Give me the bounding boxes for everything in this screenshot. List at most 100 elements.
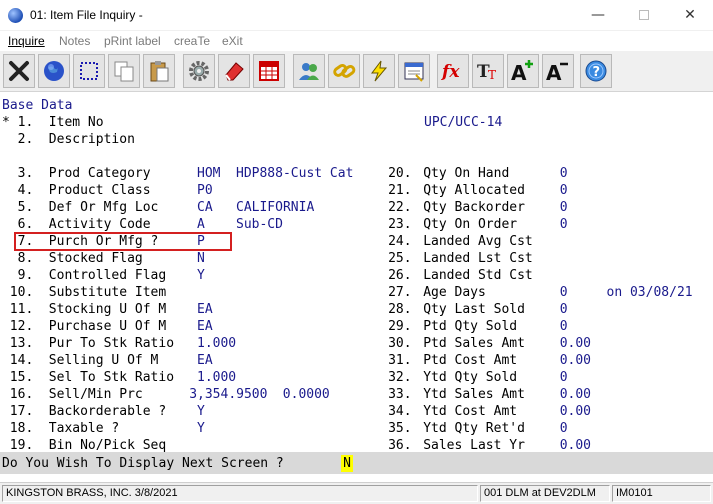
field-row-right[interactable]: 33. Ytd Sales Amt 0.00 — [0, 386, 713, 403]
field-number: 24. — [388, 234, 412, 249]
field-number: 22. — [388, 200, 412, 215]
terminal-screen[interactable]: Base Data UPC/UCC-14 * 1. Item No 2. Descr… — [0, 92, 713, 482]
title-bar: 01: Item File Inquiry - — ✕ — [0, 0, 713, 31]
field-value: 0 — [559, 319, 568, 334]
field-label: Ytd Qty Sold — [423, 370, 518, 385]
field-number: 20. — [388, 166, 412, 181]
minimize-button[interactable]: — — [575, 0, 621, 31]
close-button[interactable]: ✕ — [667, 0, 713, 31]
field-row-right[interactable]: 21. Qty Allocated 0 — [0, 182, 713, 199]
status-company: KINGSTON BRASS, INC. 3/8/2021 — [2, 485, 478, 502]
toolbar-help-button[interactable]: ? — [580, 54, 612, 88]
svg-text:A: A — [546, 61, 562, 84]
toolbar-users-button[interactable] — [293, 54, 325, 88]
menu-print-label[interactable]: pRint label — [104, 34, 161, 48]
field-number: 2. — [9, 132, 34, 147]
menu-inquire-label: Inquire — [8, 34, 45, 48]
field-row-right[interactable]: 25. Landed Lst Cst — [0, 250, 713, 267]
toolbar-copy-button[interactable] — [108, 54, 140, 88]
field-row-right[interactable]: 27. Age Days 0 on 03/08/21 — [0, 284, 713, 301]
gear-icon — [189, 61, 209, 81]
maximize-button[interactable] — [621, 0, 667, 31]
toolbar-eraser-button[interactable] — [218, 54, 250, 88]
menu-exit[interactable]: eXit — [222, 34, 243, 48]
field-value: 0.00 — [559, 336, 591, 351]
calendar-window-icon — [404, 62, 424, 82]
field-label: Ytd Qty Ret'd — [423, 421, 525, 436]
field-label: Qty On Hand — [423, 166, 510, 181]
menu-create[interactable]: creaTe — [174, 34, 210, 48]
toolbar-font-decrease-button[interactable]: A — [542, 54, 574, 88]
function-icon: fx — [441, 62, 460, 82]
field-row-right[interactable]: 28. Qty Last Sold 0 — [0, 301, 713, 318]
toolbar-lightning-button[interactable] — [363, 54, 395, 88]
field-row-left[interactable]: 2. Description — [0, 131, 385, 148]
field-label: Ptd Cost Amt — [423, 353, 518, 368]
globe-icon — [44, 61, 64, 81]
field-row-right[interactable]: 23. Qty On Order 0 — [0, 216, 713, 233]
field-value: 0.00 — [559, 353, 591, 368]
field-number: 21. — [388, 183, 412, 198]
toolbar-close-button[interactable] — [3, 54, 35, 88]
svg-text:A: A — [511, 61, 527, 84]
field-row-right[interactable]: 34. Ytd Cost Amt 0.00 — [0, 403, 713, 420]
field-extra: on 03/08/21 — [606, 285, 693, 300]
toolbar-globe-button[interactable] — [38, 54, 70, 88]
field-row-left[interactable]: * 1. Item No — [0, 114, 385, 131]
section-title: Base Data — [2, 98, 73, 113]
svg-text:fx: fx — [441, 62, 460, 82]
field-label: Landed Avg Cst — [423, 234, 533, 249]
field-label: Landed Std Cst — [423, 268, 533, 283]
toolbar-link-button[interactable] — [328, 54, 360, 88]
field-value: 0 — [559, 285, 568, 300]
svg-text:T: T — [488, 68, 496, 82]
field-label: Qty Backorder — [423, 200, 525, 215]
field-number: 23. — [388, 217, 412, 232]
toolbar-font-type-button[interactable]: TT — [472, 54, 504, 88]
field-row-right[interactable]: 32. Ytd Qty Sold 0 — [0, 369, 713, 386]
field-row-right[interactable]: 29. Ptd Qty Sold 0 — [0, 318, 713, 335]
toolbar: fx TT A A ? — [0, 51, 713, 92]
field-number: 32. — [388, 370, 412, 385]
paste-icon — [150, 61, 169, 82]
field-number: 29. — [388, 319, 412, 334]
font-increase-icon: A — [511, 60, 533, 84]
field-row-right[interactable]: 20. Qty On Hand 0 — [0, 165, 713, 182]
menu-bar: Inquire Notes pRint label creaTe eXit — [0, 31, 713, 51]
maximize-icon — [639, 10, 649, 20]
prompt-answer-input[interactable]: N — [341, 455, 353, 472]
field-number: 35. — [388, 421, 412, 436]
field-number: 28. — [388, 302, 412, 317]
field-label: Ytd Sales Amt — [423, 387, 525, 402]
help-icon: ? — [585, 60, 607, 82]
toolbar-paste-button[interactable] — [143, 54, 175, 88]
toolbar-function-button[interactable]: fx — [437, 54, 469, 88]
field-number: 31. — [388, 353, 412, 368]
field-row-right[interactable]: 31. Ptd Cost Amt 0.00 — [0, 352, 713, 369]
field-label: Item No — [48, 115, 104, 130]
toolbar-settings-button[interactable] — [183, 54, 215, 88]
copy-icon — [114, 61, 134, 82]
field-row-right[interactable]: 26. Landed Std Cst — [0, 267, 713, 284]
field-row-right[interactable]: 24. Landed Avg Cst — [0, 233, 713, 250]
toolbar-font-increase-button[interactable]: A — [507, 54, 539, 88]
field-label: Description — [48, 132, 135, 147]
field-mark — [2, 131, 10, 148]
toolbar-calendar-button[interactable] — [398, 54, 430, 88]
field-label: Qty Last Sold — [423, 302, 525, 317]
menu-notes[interactable]: Notes — [59, 34, 90, 48]
menu-inquire[interactable]: Inquire — [8, 34, 45, 48]
field-row-right[interactable]: 30. Ptd Sales Amt 0.00 — [0, 335, 713, 352]
font-decrease-icon: A — [546, 61, 568, 84]
field-row-right[interactable]: 22. Qty Backorder 0 — [0, 199, 713, 216]
toolbar-table-button[interactable] — [253, 54, 285, 88]
field-value: 0 — [559, 421, 568, 436]
field-row-right[interactable]: 35. Ytd Qty Ret'd 0 — [0, 420, 713, 437]
toolbar-select-button[interactable] — [73, 54, 105, 88]
lightning-icon — [371, 60, 388, 82]
field-label: Qty On Order — [423, 217, 518, 232]
field-number: 34. — [388, 404, 412, 419]
field-label: Ytd Cost Amt — [423, 404, 518, 419]
field-number: 25. — [388, 251, 412, 266]
field-value: 0 — [559, 166, 568, 181]
